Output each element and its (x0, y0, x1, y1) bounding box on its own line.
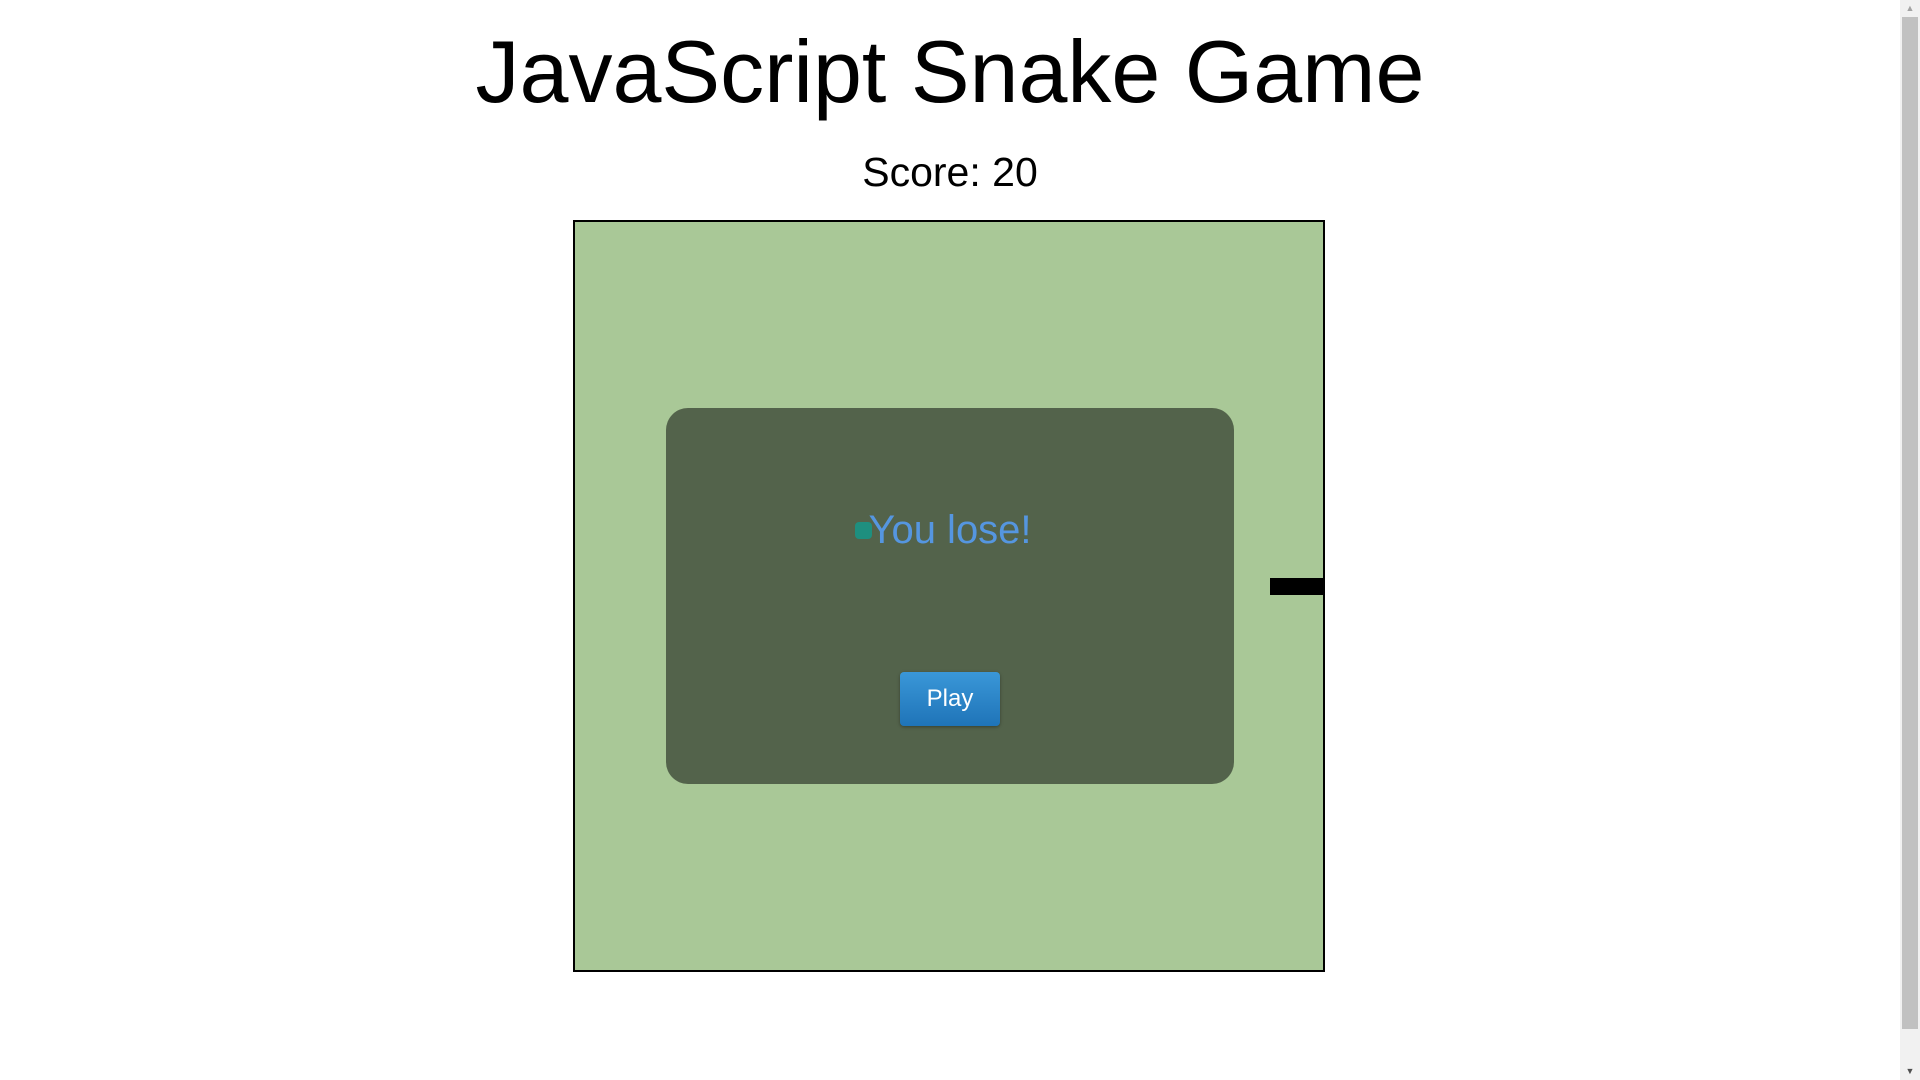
scroll-up-arrow-icon[interactable]: ▲ (1900, 0, 1920, 17)
snake-segment (1270, 578, 1325, 595)
score-display: Score: 20 (862, 149, 1038, 195)
game-over-message: You lose! (868, 508, 1032, 552)
vertical-scrollbar[interactable]: ▲ ▼ (1900, 0, 1920, 1080)
game-over-overlay: You lose! Play (666, 408, 1234, 784)
game-board[interactable]: You lose! Play (573, 220, 1325, 972)
play-button[interactable]: Play (900, 672, 1000, 726)
page-title: JavaScript Snake Game (475, 22, 1425, 121)
scrollbar-thumb[interactable] (1902, 17, 1918, 1029)
scroll-down-arrow-icon[interactable]: ▼ (1900, 1063, 1920, 1080)
page: JavaScript Snake Game Score: 20 You lose… (0, 0, 1920, 1080)
